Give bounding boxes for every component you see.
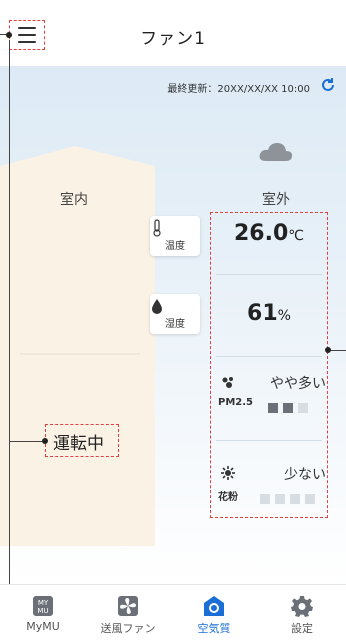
refresh-icon[interactable] bbox=[320, 77, 336, 93]
app-header: ファン1 bbox=[0, 0, 346, 66]
cloud-icon bbox=[259, 143, 293, 161]
level-bar-filled bbox=[283, 403, 293, 413]
nav-label-settings: 設定 bbox=[291, 622, 313, 635]
outside-label: 室外 bbox=[262, 192, 290, 208]
fan-icon bbox=[118, 596, 138, 616]
svg-text:MY: MY bbox=[38, 599, 49, 607]
page-title: ファン1 bbox=[140, 29, 206, 49]
last-updated-text: 最終更新：20XX/XX/XX 10:00 bbox=[167, 84, 310, 95]
level-bar-empty bbox=[298, 403, 308, 413]
pm25-row: やや多い PM2.5 bbox=[216, 373, 326, 413]
temperature-chip: 温度 bbox=[150, 216, 200, 256]
gear-icon bbox=[291, 596, 313, 617]
humidity-chip-label: 湿度 bbox=[165, 319, 185, 330]
humidity-chip: 湿度 bbox=[150, 294, 200, 334]
air-quality-icon bbox=[204, 596, 224, 616]
annotation-line bbox=[9, 441, 45, 442]
nav-label-air-quality: 空気質 bbox=[197, 622, 231, 635]
nav-item-settings[interactable]: 設定 bbox=[262, 595, 342, 636]
divider bbox=[216, 440, 322, 441]
water-drop-icon bbox=[152, 299, 162, 314]
pollen-label: 花粉 bbox=[218, 492, 238, 503]
temperature-chip-label: 温度 bbox=[165, 241, 185, 252]
bottom-navigation: MY MU MyMU 送風ファン 空気質 設定 bbox=[0, 584, 346, 640]
inside-label: 室内 bbox=[60, 192, 88, 208]
svg-text:MU: MU bbox=[37, 607, 48, 615]
pollen-level: 少ない bbox=[284, 467, 326, 483]
pollen-level-bars bbox=[260, 489, 320, 504]
annotation-line bbox=[9, 40, 10, 640]
level-bar-filled bbox=[268, 403, 278, 413]
nav-item-air-quality[interactable]: 空気質 bbox=[174, 595, 254, 636]
level-bar-empty bbox=[305, 494, 315, 504]
nav-label-fan: 送風ファン bbox=[100, 622, 156, 635]
pm25-label: PM2.5 bbox=[218, 397, 253, 408]
nav-item-mymu[interactable]: MY MU MyMU bbox=[3, 595, 83, 633]
annotation-dot bbox=[325, 347, 331, 353]
pm25-level-bars bbox=[268, 398, 313, 413]
pollen-row: 少ない 花粉 bbox=[216, 464, 326, 504]
pollen-icon bbox=[221, 466, 235, 480]
level-bar-empty bbox=[290, 494, 300, 504]
thermometer-icon bbox=[153, 219, 161, 237]
divider bbox=[216, 356, 322, 357]
main-content: 最終更新：20XX/XX/XX 10:00 室内 室外 温度 湿度 26.0℃ … bbox=[0, 66, 346, 584]
nav-label-mymu: MyMU bbox=[26, 620, 60, 633]
mymu-icon: MY MU bbox=[33, 596, 53, 616]
divider bbox=[216, 274, 322, 275]
pm25-level: やや多い bbox=[270, 376, 326, 392]
level-bar-empty bbox=[275, 494, 285, 504]
pm25-icon bbox=[222, 377, 233, 388]
nav-item-fan[interactable]: 送風ファン bbox=[88, 595, 168, 636]
level-bar-empty bbox=[260, 494, 270, 504]
running-status: 運転中 bbox=[53, 434, 104, 454]
annotation-dot bbox=[42, 438, 48, 444]
annotation-dot bbox=[6, 32, 12, 38]
outside-temperature: 26.0℃ bbox=[233, 221, 304, 246]
outside-humidity: 61% bbox=[247, 301, 291, 326]
